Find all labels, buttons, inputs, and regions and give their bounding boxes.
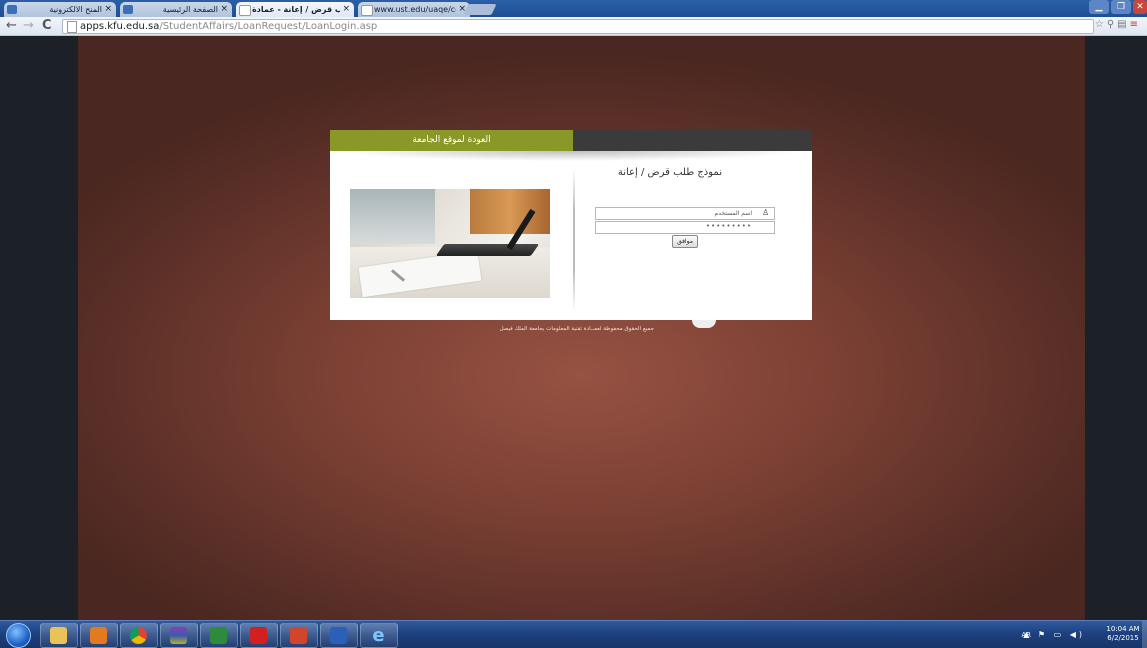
- chrome-icon[interactable]: [120, 623, 158, 648]
- tab-home-page[interactable]: الصفحة الرئيسية ×: [120, 2, 232, 17]
- close-window-button[interactable]: ✕: [1133, 0, 1147, 14]
- copyright-footer: جميع الحقوق محفوظة لعمــادة تقنية المعلو…: [499, 326, 654, 332]
- outlook-icon[interactable]: [80, 623, 118, 648]
- clock[interactable]: 10:04 AM 6/2/2015: [1105, 625, 1141, 643]
- password-field[interactable]: •••••••••: [595, 221, 775, 234]
- tab-ust[interactable]: www.ust.edu/uaqe/cours ×: [358, 2, 470, 17]
- tab-title: المنح الالكترونية: [49, 5, 102, 14]
- password-mask: •••••••••: [705, 222, 752, 230]
- maximize-button[interactable]: ❐: [1111, 0, 1131, 14]
- reload-icon[interactable]: C: [42, 18, 52, 34]
- username-field[interactable]: اسم المستخدم ♙: [595, 207, 775, 220]
- excel-icon[interactable]: [200, 623, 238, 648]
- winrar-icon[interactable]: [160, 623, 198, 648]
- toolbar-extensions: ☆⚲▤≡: [1095, 19, 1141, 30]
- back-arrow-icon[interactable]: ←: [6, 18, 17, 34]
- powerpoint-icon[interactable]: [280, 623, 318, 648]
- tab-e-grants[interactable]: المنح الالكترونية ×: [4, 2, 116, 17]
- tab-title: نموذج طلب قرض / إعانة - عمادة: [252, 5, 340, 14]
- back-to-university-link[interactable]: العودة لموقع الجامعة: [330, 130, 573, 151]
- windows-taskbar: e AR ▲ ⚑ ▭ ◀) 10:04 AM 6/2/2015: [0, 620, 1147, 648]
- card-header: العودة لموقع الجامعة: [330, 130, 812, 151]
- minimize-button[interactable]: ▁: [1089, 0, 1109, 14]
- tab-loan-request[interactable]: نموذج طلب قرض / إعانة - عمادة ×: [236, 2, 354, 17]
- web-page: العودة لموقع الجامعة نموذج طلب قرض / إعا…: [0, 36, 1147, 620]
- submit-button[interactable]: موافق: [672, 235, 698, 248]
- url-path: /StudentAffairs/LoanRequest/LoanLogin.as…: [159, 21, 378, 32]
- show-desktop-button[interactable]: [1142, 621, 1147, 648]
- tab-close-icon[interactable]: ×: [220, 2, 228, 17]
- extension-icon[interactable]: ⚲: [1107, 19, 1117, 30]
- kfu-favicon-icon: [7, 5, 17, 14]
- browser-toolbar: ← → C apps.kfu.edu.sa/StudentAffairs/Loa…: [0, 17, 1147, 36]
- clock-date: 6/2/2015: [1107, 634, 1139, 642]
- browser-tabstrip: المنح الالكترونية × الصفحة الرئيسية × نم…: [0, 0, 1147, 17]
- tray-icons[interactable]: ▲ ⚑ ▭ ◀): [1023, 630, 1085, 639]
- forward-arrow-icon[interactable]: →: [23, 18, 34, 34]
- vertical-divider: [573, 168, 575, 312]
- page-icon: [67, 21, 77, 33]
- form-title: نموذج طلب قرض / إعانة: [617, 167, 722, 178]
- start-button[interactable]: [6, 623, 31, 648]
- header-shadow: [340, 151, 802, 161]
- laptop-photo: [350, 189, 550, 298]
- translate-icon[interactable]: ▤: [1117, 19, 1129, 30]
- username-placeholder: اسم المستخدم: [714, 210, 752, 217]
- ie-icon[interactable]: e: [360, 623, 398, 648]
- page-favicon-icon: [239, 5, 251, 16]
- url-host: apps.kfu.edu.sa: [80, 21, 160, 32]
- tab-close-icon[interactable]: ×: [342, 2, 350, 17]
- address-bar[interactable]: apps.kfu.edu.sa/StudentAffairs/LoanReque…: [62, 19, 1094, 34]
- menu-icon[interactable]: ≡: [1130, 19, 1141, 30]
- tab-title: www.ust.edu/uaqe/cours: [374, 5, 456, 14]
- clock-time: 10:04 AM: [1106, 625, 1140, 633]
- star-icon[interactable]: ☆: [1095, 19, 1107, 30]
- login-card: العودة لموقع الجامعة نموذج طلب قرض / إعا…: [330, 130, 812, 320]
- kfu-favicon-icon: [123, 5, 133, 14]
- new-tab-button[interactable]: [463, 4, 497, 15]
- window-controls: ▁ ❐ ✕: [1087, 0, 1147, 16]
- file-explorer-icon[interactable]: [40, 623, 78, 648]
- card-body: نموذج طلب قرض / إعانة اسم المستخدم ♙ •••…: [330, 151, 812, 320]
- user-icon: ♙: [762, 208, 770, 217]
- word-icon[interactable]: [320, 623, 358, 648]
- tab-title: الصفحة الرئيسية: [162, 5, 218, 14]
- acrobat-icon[interactable]: [240, 623, 278, 648]
- page-favicon-icon: [361, 5, 373, 16]
- tab-close-icon[interactable]: ×: [104, 2, 112, 17]
